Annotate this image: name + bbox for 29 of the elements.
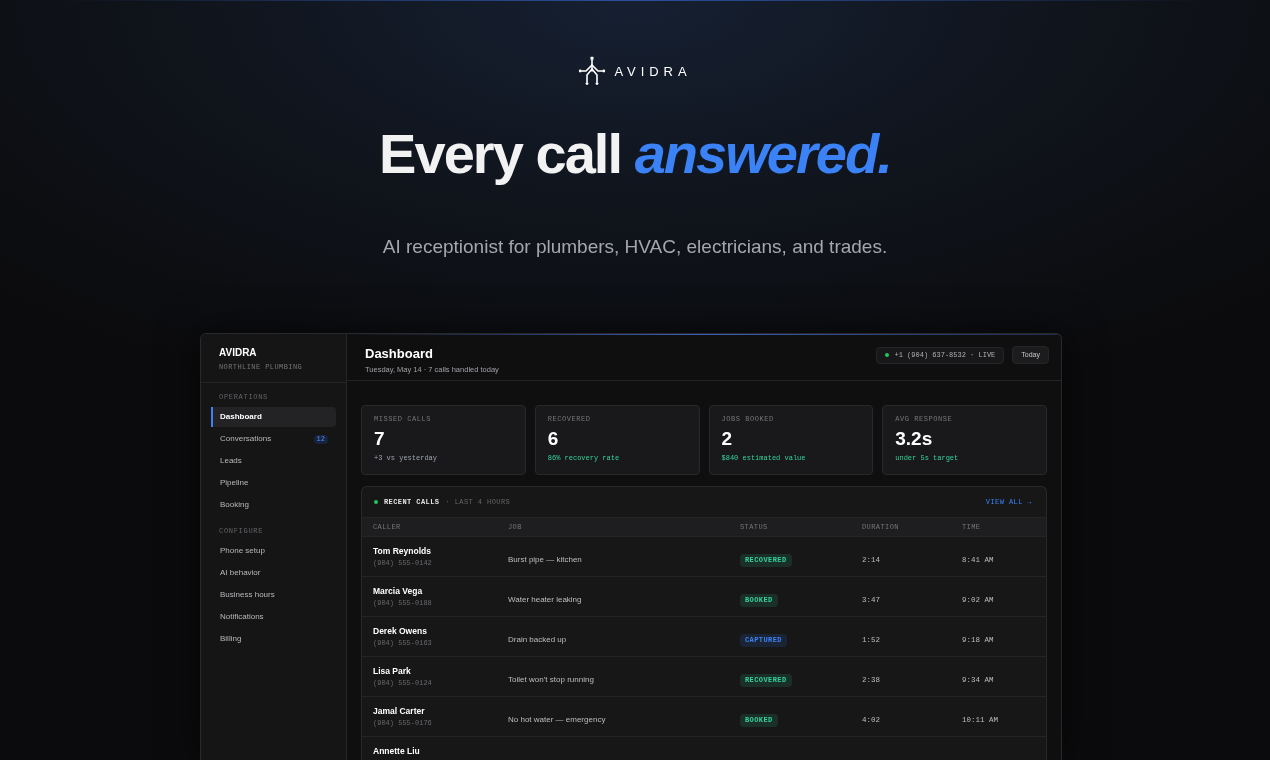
stat-value: 7: [374, 429, 386, 449]
stat-value: 2: [721, 429, 734, 449]
sidebar-item[interactable]: Business hours: [211, 585, 336, 605]
caller-name: Marcia Vega: [373, 586, 424, 596]
caller-name: Lisa Park: [373, 666, 412, 676]
caller-name: Derek Owens: [373, 626, 428, 636]
logo-icon: [578, 56, 607, 86]
sidebar-item[interactable]: Booking: [211, 495, 336, 515]
sidebar-item[interactable]: Leads: [211, 451, 336, 471]
job-description: Burst pipe — kitchen: [508, 554, 582, 564]
sidebar-item[interactable]: Phone setup: [211, 541, 336, 561]
caller-name: Jamal Carter: [373, 706, 426, 716]
stat-value: 6: [547, 429, 560, 449]
sidebar-item[interactable]: Dashboard: [211, 407, 336, 427]
caller-name: Annette Liu: [373, 746, 421, 756]
sidebar-item[interactable]: Notifications: [211, 607, 336, 627]
sidebar-item[interactable]: Billing: [211, 629, 336, 649]
job-description: Water heater leaking: [508, 594, 582, 604]
caller-name: Tom Reynolds: [373, 546, 432, 556]
job-description: No hot water — emergency: [508, 714, 606, 724]
stat-value: 3.2s: [895, 429, 934, 449]
logo-wordmark: AVIDRA: [614, 63, 692, 79]
sidebar-brand: AVIDRA: [219, 347, 258, 359]
job-description: Drain backed up: [508, 634, 567, 644]
job-description: Toilet won’t stop running: [508, 674, 594, 684]
page-title: Dashboard: [365, 346, 434, 361]
sidebar-item[interactable]: AI behavior: [211, 563, 336, 583]
tagline: AI receptionist for plumbers, HVAC, electricians, and trades.: [382, 237, 888, 257]
sidebar-item[interactable]: Pipeline: [211, 473, 336, 493]
